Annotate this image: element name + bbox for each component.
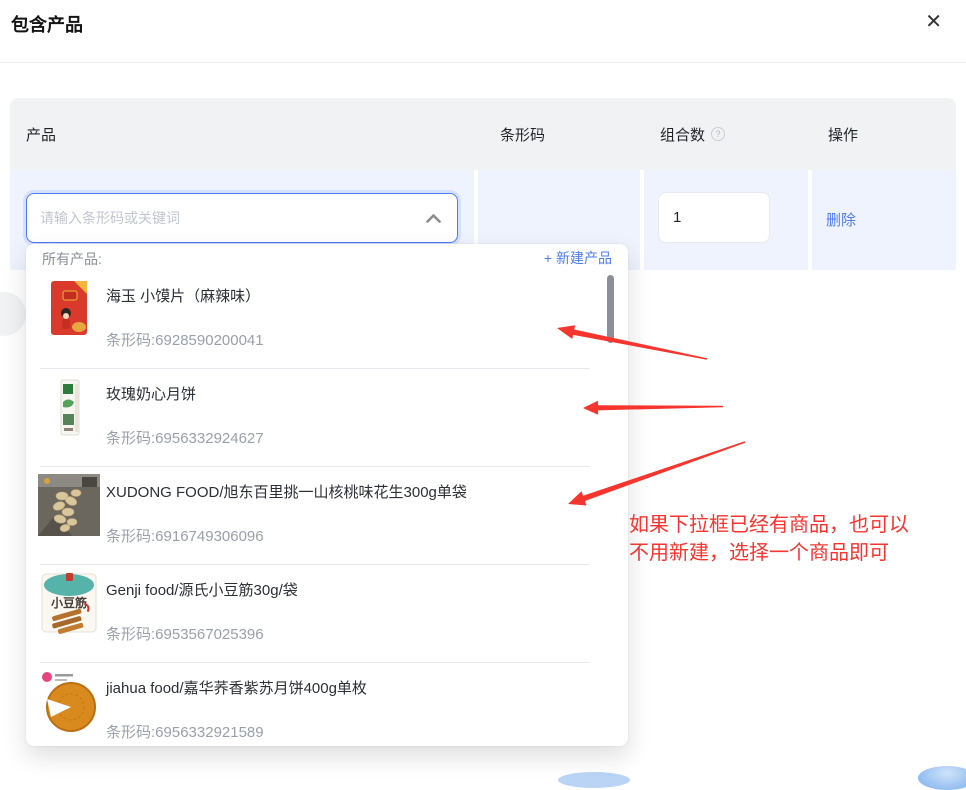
product-image-red-snack-pouch [38, 278, 100, 340]
table-header: 产品 条形码 组合数 ? 操作 [10, 98, 956, 170]
annotation-text: 如果下拉框已经有商品，也可以 不用新建，选择一个商品即可 [629, 511, 909, 567]
product-name: XUDONG FOOD/旭东百里挑一山核桃味花生300g单袋 [106, 481, 467, 502]
header-divider [0, 62, 966, 63]
product-name: 海玉 小馍片（麻辣味） [106, 285, 260, 306]
close-icon[interactable]: ✕ [925, 11, 942, 33]
product-list-item[interactable]: 海玉 小馍片（麻辣味） 条形码:6928590200041 [26, 271, 628, 369]
product-search-input[interactable] [27, 210, 426, 226]
svg-text:小豆筋: 小豆筋 [51, 595, 87, 610]
product-name: jiahua food/嘉华荞香紫苏月饼400g单枚 [106, 677, 367, 698]
background-blue-blob-small [558, 772, 630, 788]
product-image-green-carton [38, 376, 100, 438]
help-icon[interactable]: ? [711, 127, 725, 141]
column-header-product: 产品 [26, 98, 56, 170]
product-image-peanut-bag-photo [38, 474, 100, 536]
product-list-item[interactable]: XUDONG FOOD/旭东百里挑一山核桃味花生300g单袋 条形码:69167… [26, 467, 628, 565]
dropdown-header: 所有产品: + 新建产品 [26, 244, 628, 271]
product-barcode: 条形码:6956332921589 [106, 721, 264, 742]
product-list-item[interactable]: 玫瑰奶心月饼 条形码:6956332924627 [26, 369, 628, 467]
background-circle [0, 292, 26, 336]
product-name: 玫瑰奶心月饼 [106, 383, 196, 404]
column-header-action: 操作 [828, 98, 858, 170]
modal-title: 包含产品 [11, 11, 83, 37]
product-list-item[interactable]: jiahua food/嘉华荞香紫苏月饼400g单枚 条形码:695633292… [26, 663, 628, 746]
product-name: Genji food/源氏小豆筋30g/袋 [106, 579, 298, 600]
product-barcode: 条形码:6956332924627 [106, 427, 264, 448]
product-barcode: 条形码:6928590200041 [106, 329, 264, 350]
product-list-item[interactable]: 小豆筋 Genji food/源氏小豆筋30g/袋 条形码:6953567025… [26, 565, 628, 663]
column-header-combo-count: 组合数 ? [660, 98, 725, 170]
product-barcode: 条形码:6953567025396 [106, 623, 264, 644]
annotation-line-1: 如果下拉框已经有商品，也可以 [629, 511, 909, 539]
delete-button[interactable]: 删除 [826, 209, 856, 230]
product-image-snack-pack: 小豆筋 [38, 572, 100, 634]
product-image-mooncake [38, 670, 100, 732]
product-search-combobox[interactable] [26, 193, 458, 243]
combo-count-label: 组合数 [660, 124, 705, 145]
scrollbar-thumb[interactable] [607, 275, 614, 343]
quantity-input[interactable] [658, 192, 770, 243]
annotation-line-2: 不用新建，选择一个商品即可 [629, 539, 909, 567]
column-header-barcode: 条形码 [500, 98, 545, 170]
product-dropdown: 所有产品: + 新建产品 海玉 小馍片（麻辣味） 条形码:69285902000… [26, 244, 628, 746]
background-blue-blob [918, 766, 966, 790]
create-product-button[interactable]: + 新建产品 [544, 248, 612, 268]
dropdown-section-label: 所有产品: [42, 249, 102, 269]
product-barcode: 条形码:6916749306096 [106, 525, 264, 546]
chevron-up-icon[interactable] [426, 214, 441, 223]
